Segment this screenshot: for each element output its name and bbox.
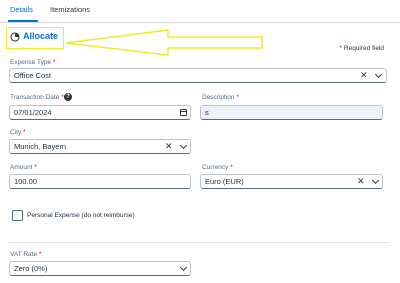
expense-details-panel: Details Itemizations Allocate * Required… xyxy=(0,0,400,283)
personal-expense-checkbox[interactable] xyxy=(12,210,23,221)
description-label: Description * xyxy=(202,94,239,101)
calendar-icon[interactable] xyxy=(180,109,187,116)
vat-rate-label: VAT Rate * xyxy=(10,251,42,258)
amount-field[interactable]: 100.00 xyxy=(9,174,191,189)
clear-icon[interactable]: ✕ xyxy=(165,141,173,152)
chevron-down-icon[interactable] xyxy=(371,176,380,185)
vat-rate-select[interactable]: Zero (0%) xyxy=(9,261,191,276)
personal-expense-label: Personal Expense (do not reimburse) xyxy=(27,212,135,219)
expense-type-label: Expense Type * xyxy=(10,59,56,66)
chevron-down-icon[interactable] xyxy=(179,263,188,272)
allocate-icon[interactable] xyxy=(10,32,20,42)
transaction-date-field[interactable]: 07/01/2024 xyxy=(9,105,191,120)
section-divider xyxy=(8,242,390,243)
chevron-down-icon[interactable] xyxy=(179,141,188,150)
city-select[interactable]: Munich, Bayern ✕ xyxy=(9,139,191,154)
expense-type-select[interactable]: Office Cost ✕ xyxy=(9,68,387,83)
required-field-note: * Required field xyxy=(339,45,384,52)
amount-label: Amount * xyxy=(10,164,37,171)
currency-label: Currency * xyxy=(202,164,233,171)
clear-icon[interactable]: ✕ xyxy=(360,70,368,81)
city-label: City * xyxy=(10,129,26,136)
currency-select[interactable]: Euro (EUR) ✕ xyxy=(200,174,383,189)
description-field[interactable]: s xyxy=(200,105,383,120)
help-icon[interactable]: ? xyxy=(64,93,72,101)
transaction-date-label: Transaction Date * xyxy=(10,94,64,101)
chevron-down-icon[interactable] xyxy=(374,70,383,79)
clear-icon[interactable]: ✕ xyxy=(357,176,365,187)
allocate-button[interactable]: Allocate xyxy=(23,31,58,41)
